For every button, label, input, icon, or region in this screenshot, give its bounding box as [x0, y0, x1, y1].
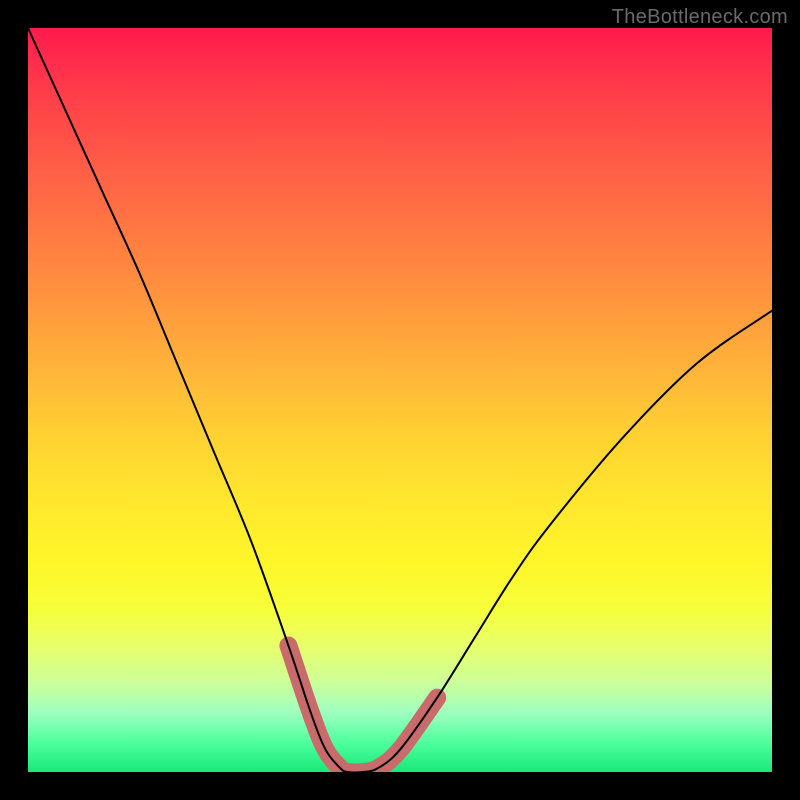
watermark-text: TheBottleneck.com — [612, 6, 788, 29]
chart-background — [28, 28, 772, 772]
curve-marked-region — [288, 646, 437, 772]
bottleneck-curve — [28, 28, 772, 772]
curve-line — [28, 28, 772, 772]
